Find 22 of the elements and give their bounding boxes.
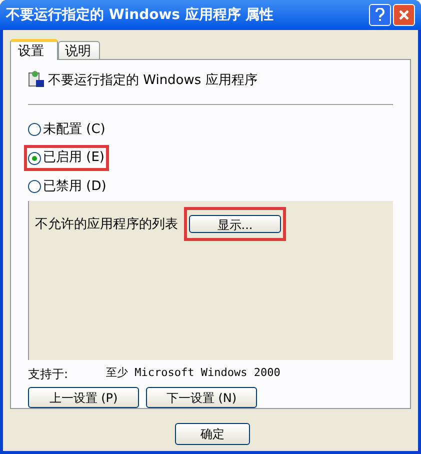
close-button[interactable] [393, 4, 415, 26]
radio-button[interactable] [28, 152, 41, 165]
supported-label: 支持于: [28, 366, 70, 383]
radio-button[interactable] [28, 123, 41, 136]
close-icon [398, 9, 410, 21]
radio-label: 已禁用 (D) [43, 178, 106, 196]
policy-icon [28, 70, 46, 90]
radio-button[interactable] [28, 180, 41, 194]
nav-button[interactable]: 下一设置 (N) [146, 387, 257, 408]
nav-button[interactable]: 上一设置 (P) [28, 387, 139, 408]
supported-value: 至少 Microsoft Windows 2000 [106, 365, 280, 381]
tab[interactable]: 设置 [10, 39, 58, 60]
show-button[interactable]: 显示... [189, 215, 281, 234]
radio-label: 已启用 (E) [43, 149, 104, 168]
ok-button[interactable]: 确定 [175, 423, 250, 445]
window-title: 不要运行指定的 Windows 应用程序 属性 [6, 6, 275, 24]
radio-label: 未配置 (C) [43, 120, 106, 139]
settings-label: 不允许的应用程序的列表 [35, 216, 178, 234]
help-button[interactable] [369, 4, 391, 26]
tab[interactable]: 说明 [58, 41, 100, 59]
policy-name: 不要运行指定的 Windows 应用程序 [48, 72, 258, 90]
help-icon [375, 8, 385, 22]
